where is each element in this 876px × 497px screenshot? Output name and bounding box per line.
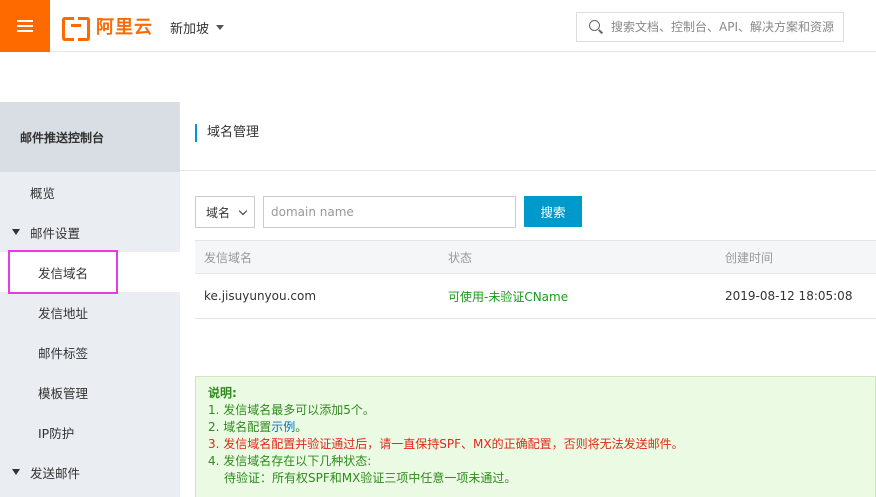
divider <box>180 170 876 171</box>
column-header-created: 创建时间 <box>725 250 774 265</box>
cell-created: 2019-08-12 18:05:08 <box>725 289 853 303</box>
notice-title: 说明: <box>208 386 237 400</box>
global-search[interactable] <box>576 12 844 42</box>
sidebar-title: 邮件推送控制台 <box>0 102 180 172</box>
sidebar-item-sender-address[interactable]: 发信地址 <box>0 292 180 332</box>
sidebar-group-mail-settings[interactable]: 邮件设置 <box>0 212 180 252</box>
sidebar-item-label: IP防护 <box>38 425 75 441</box>
caret-down-icon <box>216 25 225 30</box>
sidebar-item-label: 发信地址 <box>38 305 89 321</box>
chevron-down-icon <box>238 206 248 216</box>
menu-icon[interactable] <box>0 0 50 52</box>
table-header: 发信域名 状态 创建时间 <box>195 240 876 274</box>
logo-text: 阿里云 <box>96 17 153 38</box>
sidebar-item-overview[interactable]: 概览 <box>0 172 180 212</box>
search-button[interactable]: 搜索 <box>524 196 582 227</box>
filter-select-value: 域名 <box>206 205 231 220</box>
triangle-down-icon <box>12 469 20 475</box>
column-header-domain: 发信域名 <box>204 250 253 265</box>
notice-line-3: 3. 发信域名配置并验证通过后，请一直保持SPF、MX的正确配置，否则将无法发送… <box>208 437 684 451</box>
sidebar-item-label: 邮件标签 <box>38 345 89 361</box>
column-header-status: 状态 <box>448 250 473 265</box>
notice-line-1: 1. 发信域名最多可以添加5个。 <box>208 403 375 417</box>
domain-name-input[interactable] <box>263 196 516 228</box>
global-search-input[interactable] <box>611 20 841 34</box>
sidebar: 邮件推送控制台 概览 邮件设置 发信域名 发信地址 邮件标签 模板管理 IP防护… <box>0 102 180 497</box>
triangle-down-icon <box>12 229 20 235</box>
sidebar-group-send-mail[interactable]: 发送邮件 <box>0 452 180 492</box>
notice-line-4: 4. 发信域名存在以下几种状态: <box>208 454 372 468</box>
example-link[interactable]: 示例 <box>271 420 295 434</box>
notice-line-2-suffix: 。 <box>295 420 308 434</box>
sidebar-item-templates[interactable]: 模板管理 <box>0 372 180 412</box>
sidebar-item-ip-protection[interactable]: IP防护 <box>0 412 180 452</box>
notice-line-2: 2. 域名配置示例。 <box>208 419 875 436</box>
sidebar-item-label: 模板管理 <box>38 385 89 401</box>
aliyun-logo[interactable]: 阿里云 <box>62 14 153 41</box>
top-bar: 阿里云 新加坡 <box>0 0 876 52</box>
aliyun-logo-icon <box>62 17 90 41</box>
highlight-annotation <box>8 250 118 294</box>
cell-status: 可使用-未验证CName <box>448 289 569 304</box>
notice-line-5: 待验证：所有权SPF和MX验证三项中任意一项未通过。 <box>224 471 517 485</box>
search-icon <box>589 20 603 34</box>
sidebar-item-mail-tags[interactable]: 邮件标签 <box>0 332 180 372</box>
table-row[interactable]: ke.jisuyunyou.com 可使用-未验证CName 2019-08-1… <box>195 274 876 319</box>
sidebar-group-label: 邮件设置 <box>30 225 81 241</box>
page-title: 域名管理 <box>195 124 259 142</box>
sidebar-item-label: 概览 <box>30 185 56 201</box>
region-selector[interactable]: 新加坡 <box>170 18 225 37</box>
sidebar-group-label: 发送邮件 <box>30 465 81 481</box>
filter-type-select[interactable]: 域名 <box>195 196 255 228</box>
cell-domain: ke.jisuyunyou.com <box>204 289 317 303</box>
region-label: 新加坡 <box>170 22 210 37</box>
notice-panel: 说明: 1. 发信域名最多可以添加5个。 2. 域名配置示例。 3. 发信域名配… <box>195 376 876 497</box>
notice-line-2-prefix: 2. 域名配置 <box>208 420 272 434</box>
